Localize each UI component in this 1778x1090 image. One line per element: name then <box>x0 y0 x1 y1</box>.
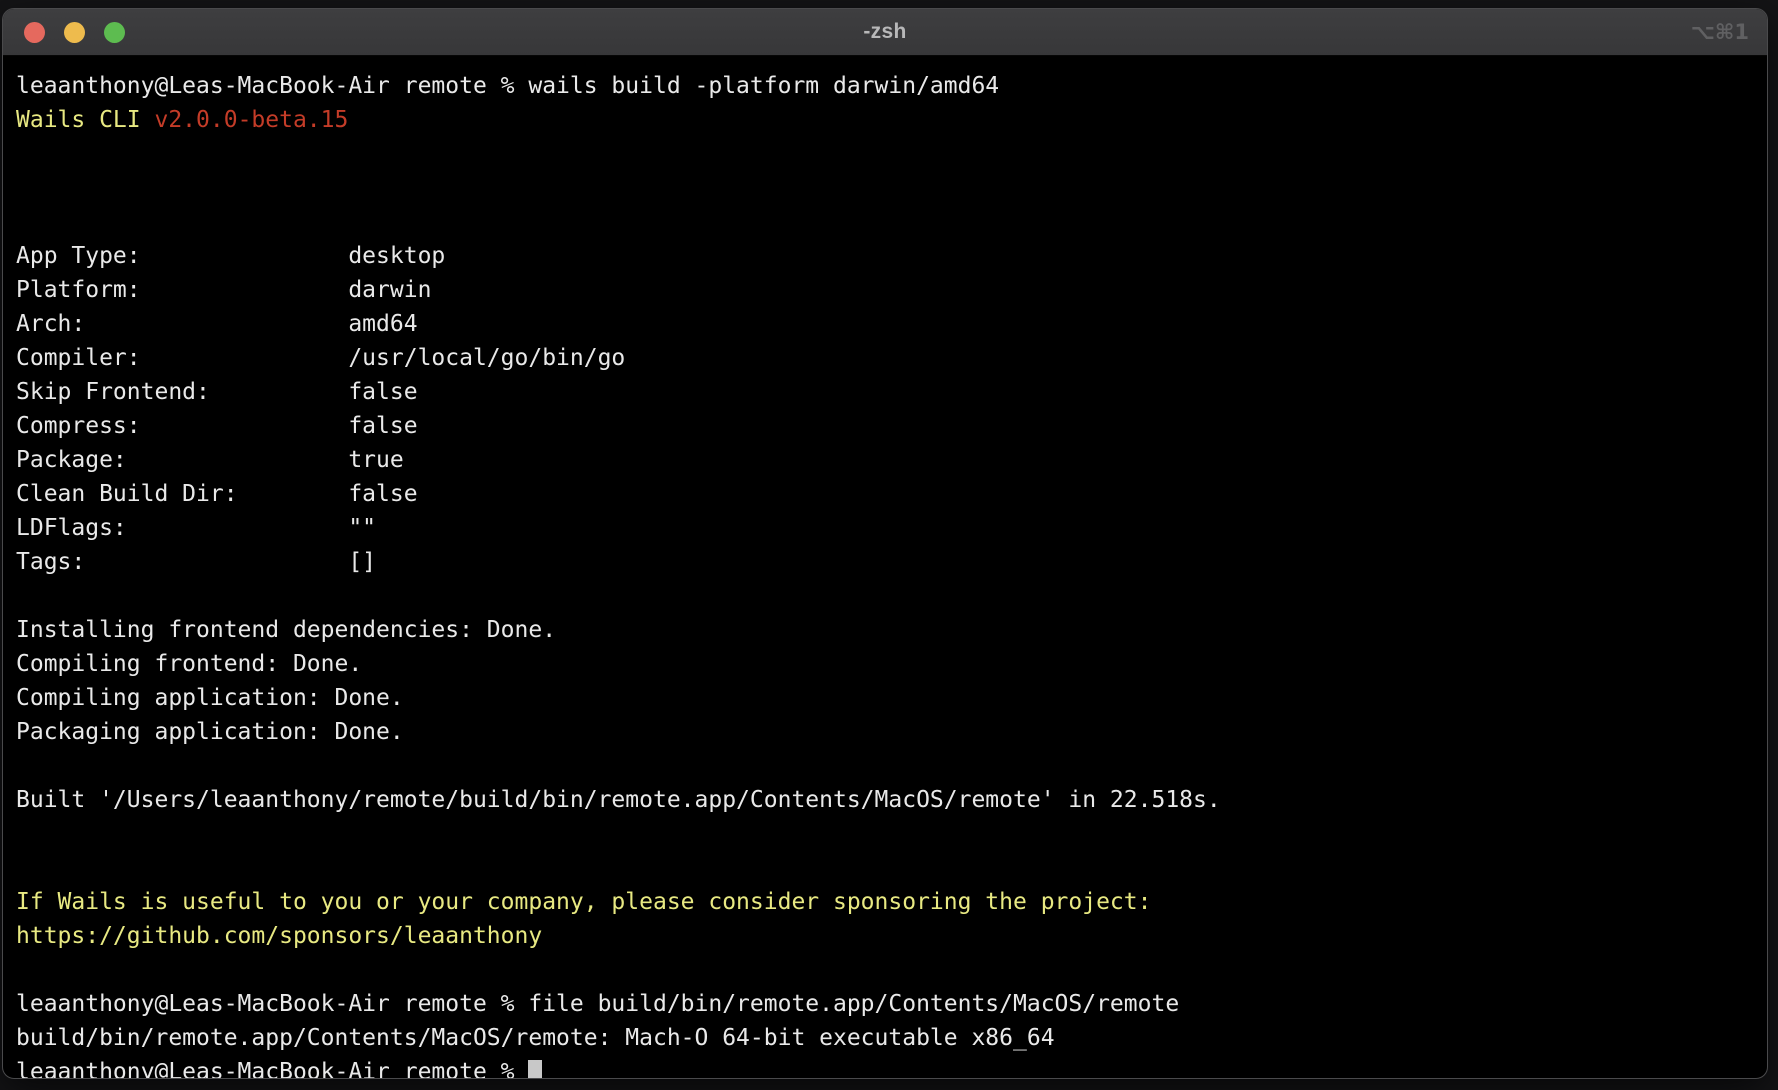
window-title: -zsh <box>863 20 906 44</box>
terminal-text-segment: If Wails is useful to you or your compan… <box>16 889 1151 915</box>
terminal-output[interactable]: leaanthony@Leas-MacBook-Air remote % wai… <box>3 56 1767 1079</box>
titlebar[interactable]: -zsh ⌥⌘1 <box>3 9 1767 56</box>
terminal-blank-line <box>16 851 1757 885</box>
terminal-text-segment: Built '/Users/leaanthony/remote/build/bi… <box>16 787 1221 813</box>
tab-shortcut-label: ⌥⌘1 <box>1691 9 1749 55</box>
terminal-blank-line <box>16 205 1757 239</box>
terminal-text-segment: Tags: [] <box>16 549 376 575</box>
terminal-text-segment: Installing frontend dependencies: Done. <box>16 617 556 643</box>
terminal-text-segment: build/bin/remote.app/Contents/MacOS/remo… <box>16 1025 1055 1051</box>
config-row-ldflags: LDFlags: "" <box>16 511 1757 545</box>
terminal-text-segment: Compiling frontend: Done. <box>16 651 362 677</box>
terminal-text-segment: LDFlags: "" <box>16 515 376 541</box>
terminal-text-segment: Skip Frontend: false <box>16 379 418 405</box>
terminal-blank-line <box>16 817 1757 851</box>
terminal-text-segment: Wails CLI <box>16 107 154 133</box>
terminal-text-segment: Compiling application: Done. <box>16 685 404 711</box>
sponsor-message-line: If Wails is useful to you or your compan… <box>16 885 1757 919</box>
config-row-platform: Platform: darwin <box>16 273 1757 307</box>
prompt-line-file-command: leaanthony@Leas-MacBook-Air remote % fil… <box>16 987 1757 1021</box>
build-result-line: Built '/Users/leaanthony/remote/build/bi… <box>16 783 1757 817</box>
terminal-text-segment: leaanthony@Leas-MacBook-Air remote % fil… <box>16 991 1179 1017</box>
wails-cli-version-line: Wails CLI v2.0.0-beta.15 <box>16 103 1757 137</box>
minimize-button[interactable] <box>64 22 85 43</box>
zoom-button[interactable] <box>104 22 125 43</box>
status-compiling-application: Compiling application: Done. <box>16 681 1757 715</box>
config-row-compress: Compress: false <box>16 409 1757 443</box>
terminal-blank-line <box>16 137 1757 171</box>
terminal-text-segment: App Type: desktop <box>16 243 445 269</box>
prompt-line-current: leaanthony@Leas-MacBook-Air remote % <box>16 1055 1757 1079</box>
terminal-text-segment: v2.0.0-beta.15 <box>154 107 348 133</box>
file-command-output-line: build/bin/remote.app/Contents/MacOS/remo… <box>16 1021 1757 1055</box>
config-row-app-type: App Type: desktop <box>16 239 1757 273</box>
terminal-blank-line <box>16 953 1757 987</box>
traffic-lights <box>24 9 125 55</box>
config-row-package: Package: true <box>16 443 1757 477</box>
terminal-text-segment: Arch: amd64 <box>16 311 418 337</box>
config-row-clean-build-dir: Clean Build Dir: false <box>16 477 1757 511</box>
status-compiling-frontend: Compiling frontend: Done. <box>16 647 1757 681</box>
terminal-text-segment: Compiler: /usr/local/go/bin/go <box>16 345 625 371</box>
terminal-blank-line <box>16 749 1757 783</box>
config-row-compiler: Compiler: /usr/local/go/bin/go <box>16 341 1757 375</box>
terminal-cursor <box>528 1060 542 1079</box>
terminal-text-segment: Package: true <box>16 447 404 473</box>
terminal-text-segment: leaanthony@Leas-MacBook-Air remote % wai… <box>16 73 999 99</box>
prompt-line-build-command: leaanthony@Leas-MacBook-Air remote % wai… <box>16 69 1757 103</box>
config-row-arch: Arch: amd64 <box>16 307 1757 341</box>
terminal-text-segment: Compress: false <box>16 413 418 439</box>
status-packaging-application: Packaging application: Done. <box>16 715 1757 749</box>
config-row-skip-frontend: Skip Frontend: false <box>16 375 1757 409</box>
terminal-window: -zsh ⌥⌘1 leaanthony@Leas-MacBook-Air rem… <box>2 8 1768 1079</box>
terminal-text-segment: leaanthony@Leas-MacBook-Air remote % <box>16 1059 528 1079</box>
status-installing-frontend-deps: Installing frontend dependencies: Done. <box>16 613 1757 647</box>
sponsor-url[interactable]: https://github.com/sponsors/leaanthony <box>16 923 542 949</box>
close-button[interactable] <box>24 22 45 43</box>
terminal-blank-line <box>16 171 1757 205</box>
sponsor-url-line: https://github.com/sponsors/leaanthony <box>16 919 1757 953</box>
terminal-text-segment: Clean Build Dir: false <box>16 481 418 507</box>
terminal-text-segment: Packaging application: Done. <box>16 719 404 745</box>
terminal-text-segment: Platform: darwin <box>16 277 431 303</box>
config-row-tags: Tags: [] <box>16 545 1757 579</box>
terminal-blank-line <box>16 579 1757 613</box>
